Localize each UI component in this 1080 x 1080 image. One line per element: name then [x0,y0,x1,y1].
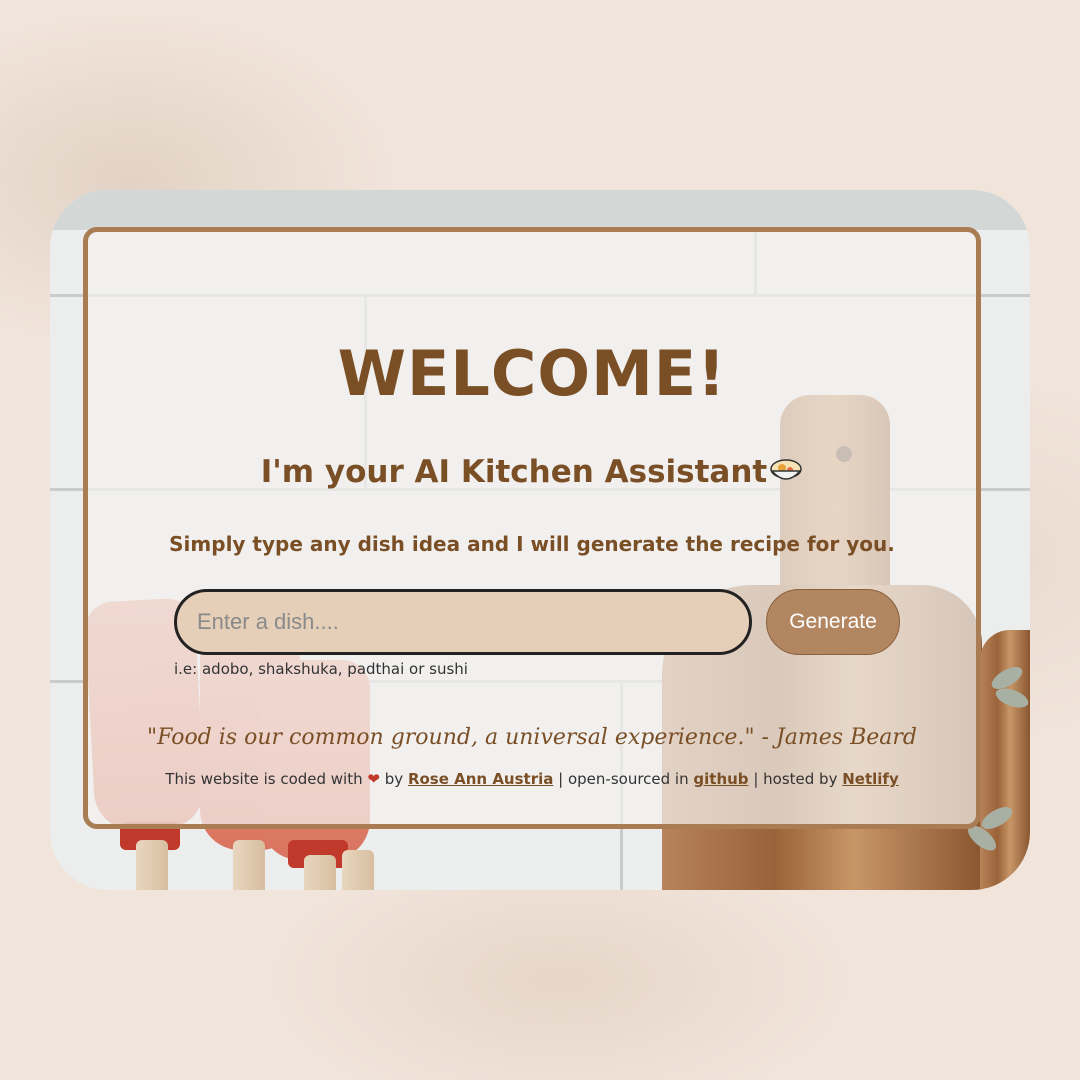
assistant-card: WELCOME! I'm your AI Kitchen Assistant S… [83,227,981,829]
subtitle: I'm your AI Kitchen Assistant [88,454,976,490]
quote: "Food is our common ground, a universal … [147,725,917,750]
spatula-handle [233,840,265,890]
footer-prefix: This website is coded with [165,770,363,788]
footer-by: by [384,770,404,788]
spatula-handle [304,855,336,890]
footer-sep-1: | open-sourced in [558,770,689,788]
footer: This website is coded with ❤ by Rose Ann… [88,770,976,788]
footer-sep-2: | hosted by [753,770,838,788]
spatula-handle [342,850,374,890]
top-band [50,190,1030,230]
author-link[interactable]: Rose Ann Austria [408,770,553,788]
bowl-icon [769,457,803,485]
heart-icon: ❤ [367,770,380,788]
tagline: Simply type any dish idea and I will gen… [169,532,895,556]
spatula-handle [136,840,168,890]
subtitle-text: I'm your AI Kitchen Assistant [260,454,768,490]
github-link[interactable]: github [693,770,748,788]
input-hint: i.e: adobo, shakshuka, padthai or sushi [174,660,468,678]
welcome-heading: WELCOME! [337,337,727,410]
generate-button[interactable]: Generate [766,589,900,655]
netlify-link[interactable]: Netlify [842,770,898,788]
dish-input[interactable] [174,589,752,655]
